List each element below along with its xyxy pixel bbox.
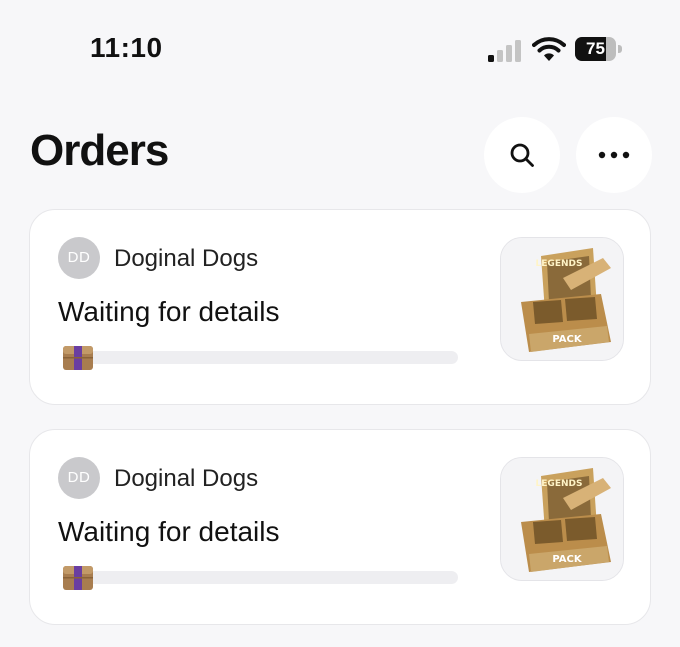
product-thumbnail: LEGENDS PACK (500, 457, 624, 581)
status-bar: 11:10 75 (0, 0, 680, 100)
cellular-signal-icon (488, 40, 521, 62)
seller-avatar: DD (58, 237, 100, 279)
order-status: Waiting for details (58, 516, 280, 547)
battery-indicator: 75 (575, 37, 623, 61)
status-time: 11:10 (90, 32, 163, 63)
more-options-button[interactable] (576, 117, 652, 193)
legends-pack-box-image: LEGENDS PACK (501, 458, 623, 580)
battery-nub (618, 45, 622, 53)
order-card[interactable]: DD Doginal Dogs Waiting for details LEGE… (29, 429, 651, 625)
package-icon (63, 566, 93, 590)
more-horizontal-icon (598, 151, 630, 159)
search-button[interactable] (484, 117, 560, 193)
order-progress-bar (64, 571, 458, 584)
svg-text:LEGENDS: LEGENDS (536, 259, 583, 269)
seller-name: Doginal Dogs (114, 465, 259, 492)
battery-icon: 75 (575, 37, 616, 61)
seller-avatar: DD (58, 457, 100, 499)
product-thumbnail: LEGENDS PACK (500, 237, 624, 361)
svg-text:PACK: PACK (552, 554, 582, 565)
order-status: Waiting for details (58, 296, 280, 327)
battery-level: 75 (586, 39, 605, 58)
package-icon (63, 346, 93, 370)
search-icon (510, 143, 534, 167)
order-progress-bar (64, 351, 458, 364)
order-card[interactable]: DD Doginal Dogs Waiting for details LEGE… (29, 209, 651, 405)
legends-pack-box-image: LEGENDS PACK (501, 238, 623, 360)
wifi-icon (532, 37, 566, 61)
svg-text:LEGENDS: LEGENDS (536, 479, 583, 489)
page-title: Orders (30, 126, 169, 175)
svg-text:PACK: PACK (552, 334, 582, 345)
seller-name: Doginal Dogs (114, 245, 259, 272)
